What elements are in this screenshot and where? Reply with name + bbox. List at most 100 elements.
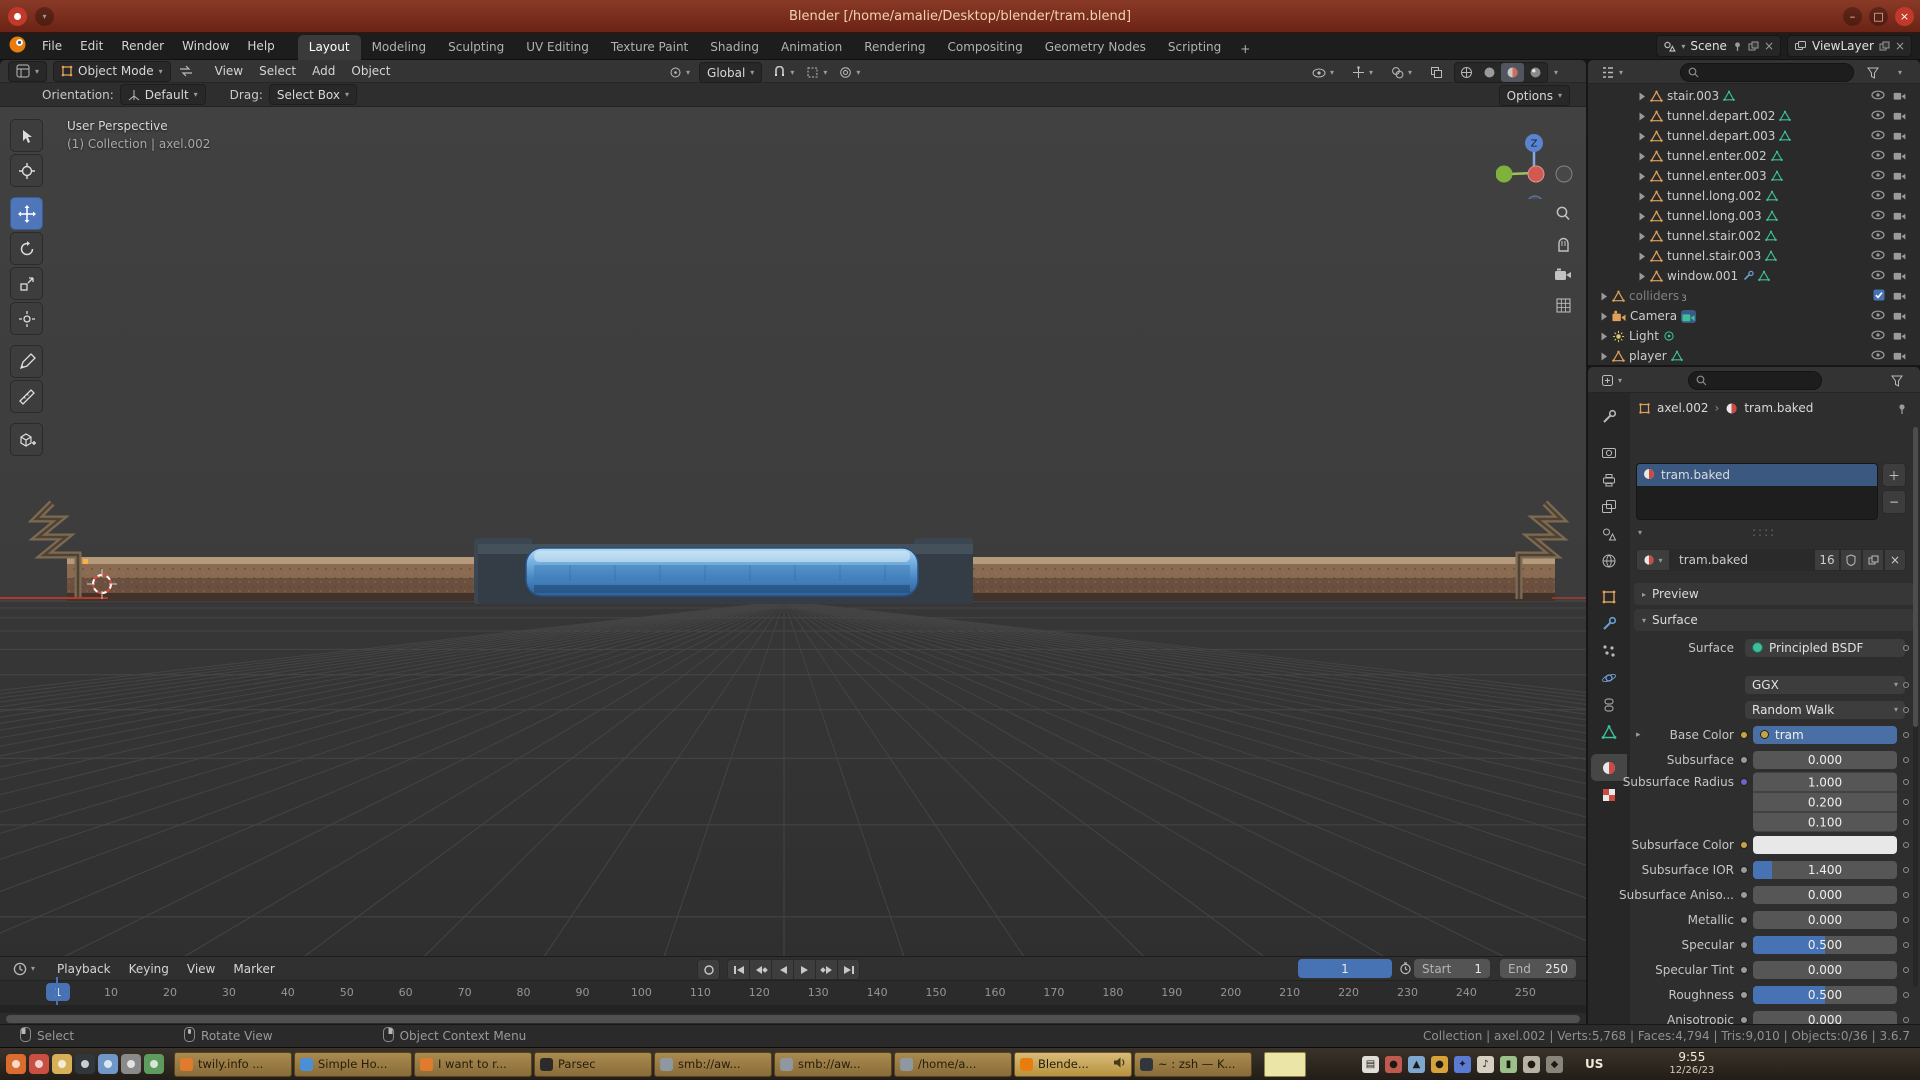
menu-edit[interactable]: Edit [71,36,112,56]
disable-render-icon[interactable] [1893,349,1906,363]
hide-viewport-icon[interactable] [1871,269,1885,283]
decorator-dot[interactable] [1903,799,1909,805]
viewlayer-selector[interactable]: ViewLayer × [1787,35,1912,57]
frame-start-field[interactable]: Start 1 [1414,959,1490,978]
hide-viewport-icon[interactable] [1871,189,1885,203]
preview-panel-header[interactable]: ▸ Preview [1634,583,1914,605]
workspace-tab-sculpting[interactable]: Sculpting [437,35,515,60]
disclosure-icon[interactable] [1638,212,1646,221]
viewport-canvas[interactable]: User Perspective (1) Collection | axel.0… [0,107,1586,956]
tab-object[interactable] [1591,583,1627,610]
tab-particles[interactable] [1591,637,1627,664]
tray-power[interactable]: ▮ [1500,1056,1517,1073]
disclosure-icon[interactable] [1638,272,1646,281]
tab-output[interactable] [1591,466,1627,493]
options-dropdown[interactable]: Options ▾ [1499,85,1570,106]
remove-slot-button[interactable]: − [1882,490,1906,514]
hide-viewport-icon[interactable] [1871,129,1885,143]
workspace-tab-scripting[interactable]: Scripting [1157,35,1232,60]
disable-render-icon[interactable] [1893,229,1906,243]
orientation-setting-dropdown[interactable]: Default ▾ [120,84,206,105]
disable-render-icon[interactable] [1893,329,1906,343]
remove-viewlayer-icon[interactable]: × [1895,39,1905,53]
properties-filter-button[interactable] [1886,371,1908,390]
gizmo-x-neg-axis[interactable] [1556,166,1572,182]
decorator-dot[interactable] [1903,645,1909,651]
tab-object-data[interactable] [1591,718,1627,745]
workspace-tab-animation[interactable]: Animation [770,35,853,60]
tab-constraints[interactable] [1591,691,1627,718]
taskbar-window-smb-aw-4[interactable]: smb://aw... [654,1052,772,1077]
tray-updates[interactable]: ● [1431,1056,1448,1073]
outliner-filter-button[interactable] [1862,63,1884,82]
vector-field[interactable]: 1.000 [1753,773,1897,792]
workspace-tab-rendering[interactable]: Rendering [853,35,936,60]
hide-viewport-icon[interactable] [1871,109,1885,123]
taskbar-window-parsec-3[interactable]: Parsec [534,1052,652,1077]
launcher-files[interactable] [52,1054,72,1074]
tool-rotate[interactable] [10,232,43,265]
play-reverse-button[interactable] [771,959,794,980]
property-value[interactable]: 0.000 [1753,886,1897,904]
hide-viewport-icon[interactable] [1871,209,1885,223]
minimize-button[interactable]: – [1843,7,1862,26]
play-button[interactable] [793,959,816,980]
workspace-tab-uv-editing[interactable]: UV Editing [515,35,600,60]
launcher-system[interactable] [144,1054,164,1074]
editor-type-button[interactable]: ▾ [8,61,47,82]
property-value[interactable]: tram [1753,726,1897,744]
current-frame-field[interactable]: 1 [1298,959,1392,978]
gizmo-x-axis[interactable] [1528,166,1544,182]
property-value[interactable]: 0.000 [1753,961,1897,979]
outliner-row-tunnel-enter-003[interactable]: tunnel.enter.003 [1588,166,1920,186]
taskbar-window-blende-7[interactable]: Blende... [1014,1052,1132,1077]
disable-render-icon[interactable] [1893,129,1906,143]
outliner-row-tunnel-enter-002[interactable]: tunnel.enter.002 [1588,146,1920,166]
tool-add-cube[interactable] [10,423,43,456]
property-value[interactable]: GGX▾ [1745,676,1905,694]
disclosure-icon[interactable] [1600,332,1608,341]
launcher-media[interactable] [121,1054,141,1074]
outliner-filter-dropdown-icon[interactable]: ▾ [1898,68,1902,77]
launcher-mail[interactable] [29,1054,49,1074]
material-users-button[interactable]: 16 [1814,549,1840,571]
disable-render-icon[interactable] [1893,189,1906,203]
disable-render-icon[interactable] [1893,109,1906,123]
disclosure-icon[interactable] [1638,132,1646,141]
browse-material-button[interactable]: ▾ [1636,549,1670,571]
timeline-editor-type-button[interactable]: ▾ [8,959,40,978]
menu-render[interactable]: Render [112,36,173,56]
timeline-menu-marker[interactable]: Marker [224,959,283,979]
decorator-dot[interactable] [1903,682,1909,688]
frame-end-field[interactable]: End 250 [1500,959,1576,978]
hide-viewport-icon[interactable] [1871,89,1885,103]
workspace-tab-shading[interactable]: Shading [699,35,770,60]
disclosure-icon[interactable] [1638,112,1646,121]
disclosure-icon[interactable] [1600,352,1608,361]
decorator-dot[interactable] [1903,1017,1909,1023]
outliner-row-tunnel-depart-003[interactable]: tunnel.depart.003 [1588,126,1920,146]
toggle-xray-button[interactable] [1425,63,1448,82]
property-value[interactable]: 0.500 [1753,986,1897,1004]
disclosure-icon[interactable] [1600,292,1608,301]
auto-key-button[interactable] [697,959,720,980]
tab-texture[interactable] [1591,781,1627,808]
property-value[interactable]: 0.000 [1753,751,1897,769]
outliner-row-tunnel-long-002[interactable]: tunnel.long.002 [1588,186,1920,206]
breadcrumb-material[interactable]: tram.baked [1744,401,1813,415]
tool-scale[interactable] [10,267,43,300]
property-value[interactable]: Principled BSDF [1745,639,1905,657]
taskbar-window-simple-ho-1[interactable]: Simple Ho... [294,1052,412,1077]
property-value[interactable]: Random Walk▾ [1745,701,1905,719]
gizmo-z-neg-axis[interactable] [1527,196,1543,199]
fake-user-button[interactable] [1840,549,1862,571]
jump-to-end-button[interactable] [837,959,860,980]
menu-file[interactable]: File [33,36,71,56]
zoom-button[interactable] [1549,200,1577,228]
disclosure-icon[interactable] [1600,312,1608,321]
surface-panel-header[interactable]: ▾ Surface [1634,609,1914,631]
menu-help[interactable]: Help [238,36,283,56]
tool-measure[interactable] [10,380,43,413]
previous-keyframe-button[interactable] [749,959,772,980]
decorator-dot[interactable] [1903,707,1909,713]
